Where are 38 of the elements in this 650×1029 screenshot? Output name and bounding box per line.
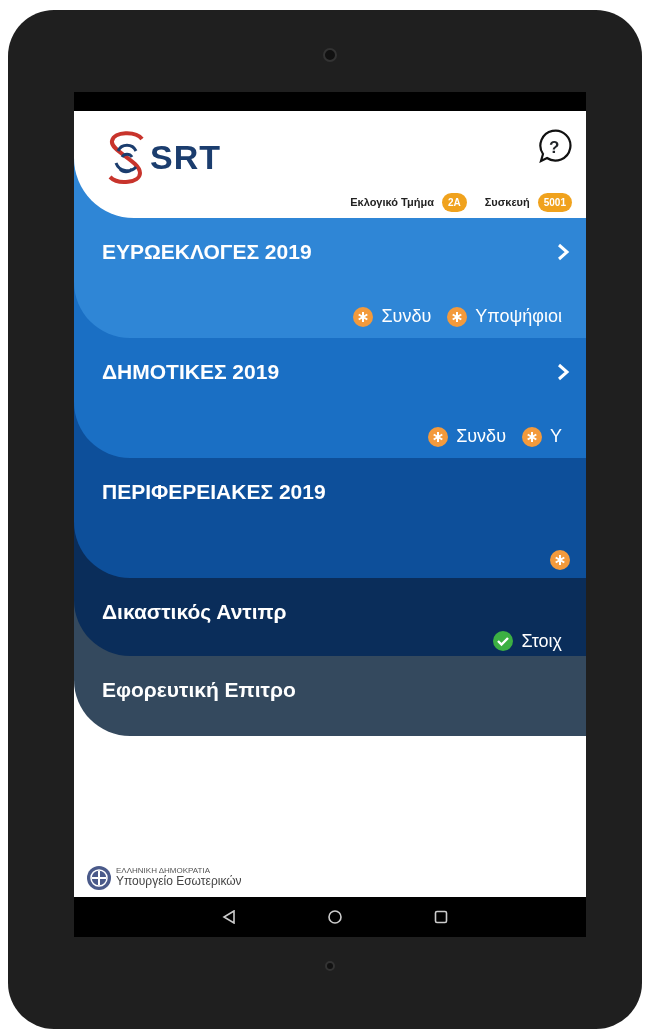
info-label: Συσκευή <box>484 195 530 211</box>
back-icon <box>222 910 236 924</box>
republic-text: ΕΛΛΗΝΙΚΗ ΔΗΜΟΚΡΑΤΙΑ <box>116 867 210 876</box>
card-title: ΠΕΡΙΦΕΡΕΙΑΚΕΣ 2019 <box>102 479 326 505</box>
camera-icon <box>325 961 335 971</box>
card-title: Εφορευτική Επιτρο <box>102 677 296 703</box>
recent-apps-icon <box>434 910 448 924</box>
ministry-text: Υπουργείο Εσωτερικών <box>116 875 242 889</box>
menu-card[interactable]: ΠΕΡΙΦΕΡΕΙΑΚΕΣ 2019 <box>74 458 586 578</box>
asterisk-icon <box>428 426 449 447</box>
card-title: ΕΥΡΩΕΚΛΟΓΕΣ 2019 <box>102 239 312 265</box>
asterisk-icon <box>522 426 542 447</box>
check-icon <box>493 631 514 651</box>
menu-card[interactable]: ΔΗΜΟΤΙΚΕΣ 2019 Συνδυ Υ <box>74 338 586 458</box>
info-label: Εκλογικό Τμήμα <box>350 195 434 211</box>
card-title: ΔΗΜΟΤΙΚΕΣ 2019 <box>102 359 280 385</box>
menu-card[interactable]: Εφορευτική Επιτρο <box>74 656 586 736</box>
help-icon[interactable]: ? <box>538 129 572 163</box>
card-title: Δικαστικός Αντιπρ <box>102 599 287 625</box>
asterisk-icon <box>353 306 374 327</box>
asterisk-icon <box>550 550 570 570</box>
status-text: Στοιχ <box>521 629 562 653</box>
chevron-right-icon <box>556 362 570 381</box>
status-text: Συνδυ <box>381 305 432 328</box>
camera-icon <box>323 48 337 62</box>
count-badge: 5001 <box>537 193 572 212</box>
menu-card[interactable]: Δικαστικός Αντιπρ Στοιχ <box>74 578 586 656</box>
status-text: Υ <box>550 425 562 448</box>
menu-card[interactable]: ΕΥΡΩΕΚΛΟΓΕΣ 2019 Συνδυ Υποψήφιοι <box>74 218 586 338</box>
status-text: Υποψήφιοι <box>475 305 562 328</box>
chevron-right-icon <box>556 242 570 261</box>
logo-icon <box>106 129 146 185</box>
asterisk-icon <box>447 306 468 327</box>
logo-text: SRT <box>150 140 221 174</box>
count-badge: 2A <box>441 193 467 212</box>
status-text: Συνδυ <box>456 425 506 448</box>
home-icon <box>328 910 342 924</box>
emblem-icon <box>86 865 112 891</box>
